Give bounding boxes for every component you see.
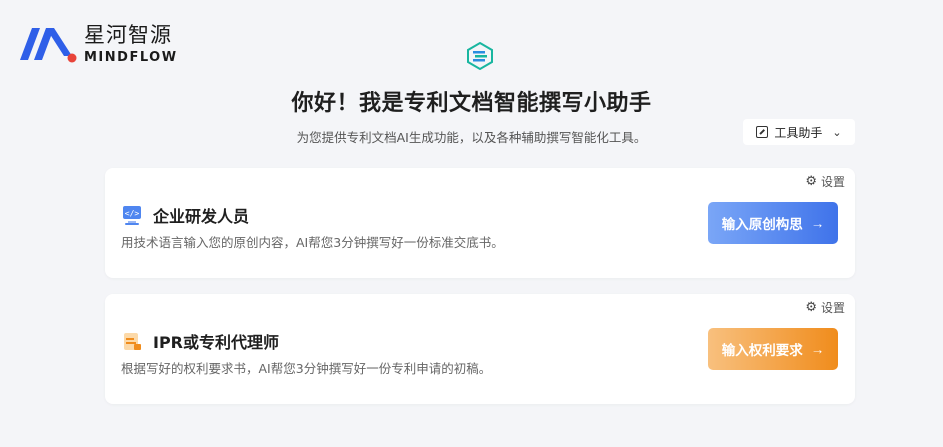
gear-icon: ⚙ xyxy=(805,174,817,189)
settings-label: 设置 xyxy=(820,175,845,189)
tool-assistant-dropdown[interactable]: 工具助手 ⌄ xyxy=(743,119,855,145)
card-description: 根据写好的权利要求书，AI帮您3分钟撰写好一份专利申请的初稿。 xyxy=(121,361,492,376)
arrow-right-icon: → xyxy=(810,215,825,231)
input-claims-button[interactable]: 输入权利要求 → xyxy=(708,328,838,370)
brand-name-en: MINDFLOW xyxy=(84,49,178,65)
gear-icon: ⚙ xyxy=(805,300,817,315)
brand-name-cn: 星河智源 xyxy=(84,22,172,47)
card-title: 企业研发人员 xyxy=(153,207,250,226)
card-title: IPR或专利代理师 xyxy=(153,333,280,352)
card-settings-button[interactable]: ⚙ 设置 xyxy=(805,299,845,316)
mindflow-logo-icon xyxy=(20,28,77,63)
page-title: 你好！我是专利文档智能撰写小助手 xyxy=(291,91,652,116)
role-card-ipr: ⚙ 设置 IPR或专利代理师 根据写好的权利要求书，AI帮您3分钟撰写好一份专利… xyxy=(105,294,855,404)
card-description: 用技术语言输入您的原创内容，AI帮您3分钟撰写好一份标准交底书。 xyxy=(121,235,504,250)
card-settings-button[interactable]: ⚙ 设置 xyxy=(805,173,845,190)
button-label: 输入权利要求 xyxy=(721,343,803,358)
role-card-rd: ⚙ 设置 </> 企业研发人员 用技术语言输入您的原创内容，AI帮您3分钟撰写好… xyxy=(105,168,855,278)
settings-label: 设置 xyxy=(820,301,845,315)
assistant-logo-icon xyxy=(467,42,493,70)
brand-logo[interactable]: 星河智源 MINDFLOW xyxy=(16,22,178,66)
button-label: 输入原创构思 xyxy=(721,217,803,232)
code-monitor-icon: </> xyxy=(123,206,141,225)
arrow-right-icon: → xyxy=(810,341,825,357)
document-icon xyxy=(124,333,141,350)
input-original-idea-button[interactable]: 输入原创构思 → xyxy=(708,202,838,244)
edit-square-icon xyxy=(756,126,769,138)
chevron-down-icon: ⌄ xyxy=(832,125,842,139)
svg-text:</>: </> xyxy=(125,209,140,218)
tool-assistant-label: 工具助手 xyxy=(774,125,823,140)
